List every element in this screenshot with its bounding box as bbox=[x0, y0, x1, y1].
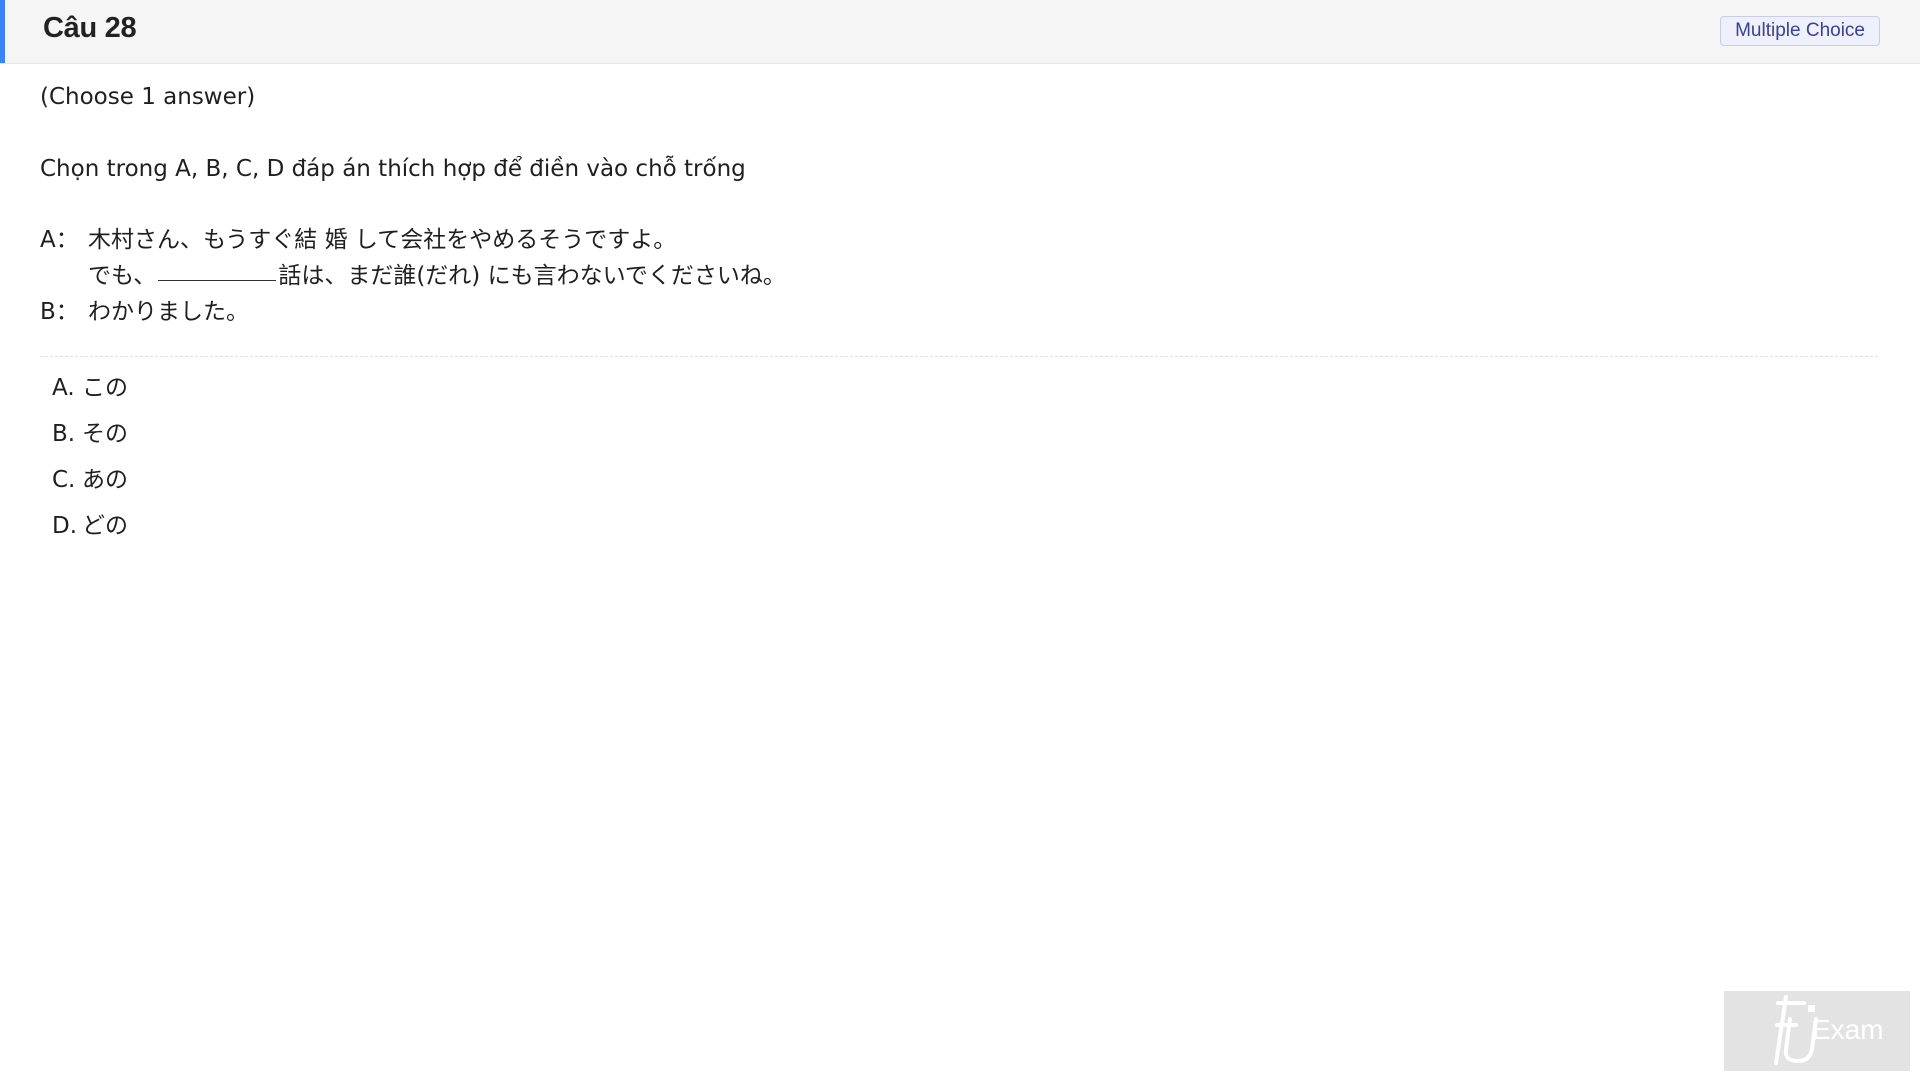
answer-option-b[interactable]: B. その bbox=[52, 411, 1880, 457]
dialog-text: でも、 bbox=[88, 263, 157, 289]
dialog-speaker: B： bbox=[40, 299, 79, 325]
dialog-line: A： 木村さん、もうすぐ結 婚 して会社をやめるそうですよ。 bbox=[40, 222, 1880, 258]
question-header: Câu 28 Multiple Choice bbox=[0, 0, 1920, 64]
option-text: どの bbox=[82, 513, 128, 539]
option-letter: D. bbox=[52, 513, 78, 539]
option-text: その bbox=[82, 421, 128, 447]
header-accent-bar bbox=[0, 0, 5, 63]
dialog-line: B： わかりました。 bbox=[40, 294, 1880, 330]
dialog-text: 木村さん、もうすぐ結 婚 して会社をやめるそうですよ。 bbox=[88, 227, 677, 253]
option-letter: A. bbox=[52, 375, 75, 401]
option-text: あの bbox=[82, 467, 128, 493]
option-letter: C. bbox=[52, 467, 76, 493]
answer-count-instruction: (Choose 1 answer) bbox=[40, 84, 256, 110]
dialog-line: でも、 話は、まだ誰(だれ) にも言わないでくださいね。 bbox=[40, 258, 1880, 294]
answer-options: A. この B. その C. あの D. どの bbox=[52, 365, 1880, 549]
question-title: Câu 28 bbox=[43, 12, 137, 44]
question-prompt: Chọn trong A, B, C, D đáp án thích hợp đ… bbox=[40, 156, 746, 182]
dialog-speaker: A： bbox=[40, 227, 79, 253]
answer-option-c[interactable]: C. あの bbox=[52, 457, 1880, 503]
question-content: (Choose 1 answer) Chọn trong A, B, C, D … bbox=[40, 80, 1880, 549]
question-type-badge: Multiple Choice bbox=[1720, 16, 1880, 46]
answer-option-d[interactable]: D. どの bbox=[52, 503, 1880, 549]
option-text: この bbox=[82, 375, 128, 401]
dialog-text-after-blank: 話は、まだ誰(だれ) にも言わないでくださいね。 bbox=[278, 263, 786, 289]
fu-exam-watermark-logo: Exam bbox=[1724, 991, 1910, 1071]
fill-in-blank bbox=[158, 258, 277, 281]
options-divider bbox=[40, 356, 1878, 357]
question-page: Câu 28 Multiple Choice (Choose 1 answer)… bbox=[0, 0, 1920, 1080]
answer-option-a[interactable]: A. この bbox=[52, 365, 1880, 411]
dialog-speaker bbox=[40, 258, 88, 294]
fu-exam-logo-icon: Exam bbox=[1774, 995, 1884, 1065]
logo-suffix-text: Exam bbox=[1812, 1014, 1884, 1045]
dialog-text: わかりました。 bbox=[88, 299, 249, 325]
option-letter: B. bbox=[52, 421, 76, 447]
dialog-passage: A： 木村さん、もうすぐ結 婚 して会社をやめるそうですよ。 でも、 話は、まだ… bbox=[40, 222, 1880, 330]
